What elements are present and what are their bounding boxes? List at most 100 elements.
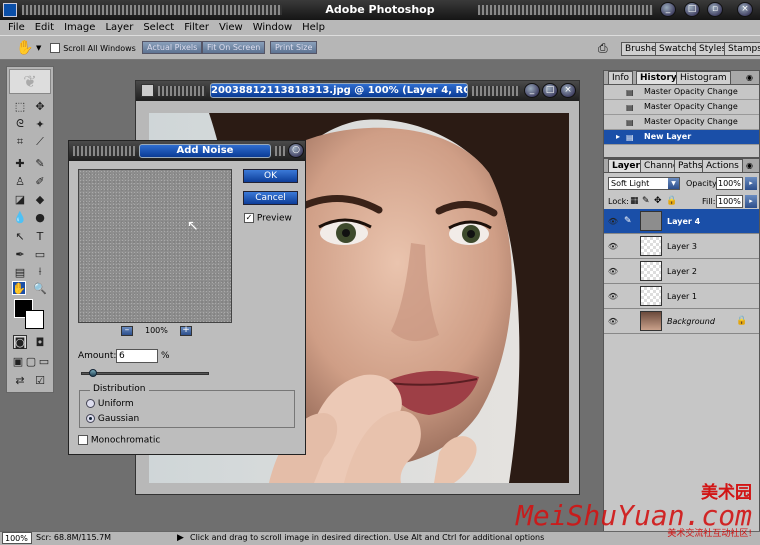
document-minimize-icon[interactable]: _ <box>524 83 540 98</box>
brush-tool-icon[interactable]: ✎ <box>33 156 47 170</box>
zoom-level-field[interactable]: 100% <box>2 532 32 544</box>
hand-tool-icon[interactable]: ✋ <box>12 281 26 295</box>
gaussian-option[interactable]: Gaussian <box>86 414 139 424</box>
path-selection-tool-icon[interactable]: ↖ <box>13 229 27 243</box>
eye-icon[interactable]: 👁 <box>606 211 620 232</box>
uniform-option[interactable]: Uniform <box>86 399 134 409</box>
marquee-tool-icon[interactable]: ⬚ <box>13 99 27 113</box>
palette-menu-icon[interactable]: ◉ <box>746 161 753 170</box>
lock-transparent-icon[interactable]: ▦ <box>630 196 639 206</box>
type-tool-icon[interactable]: T <box>33 229 47 243</box>
pen-tool-icon[interactable]: ✒ <box>13 247 27 261</box>
preview-checkbox[interactable]: ✓ <box>244 213 254 223</box>
lock-all-icon[interactable]: 🔒 <box>666 196 677 206</box>
tab-history[interactable]: History <box>636 71 681 85</box>
history-brush-tool-icon[interactable]: ✐ <box>33 174 47 188</box>
paint-bucket-tool-icon[interactable]: ◆ <box>33 192 47 206</box>
tab-actions[interactable]: Actions <box>702 159 743 173</box>
menu-image[interactable]: Image <box>59 22 100 33</box>
lock-image-icon[interactable]: ✎ <box>642 196 650 206</box>
file-browser-icon[interactable]: ⎙ <box>598 41 608 56</box>
noise-preview[interactable]: ↖ <box>78 169 232 323</box>
magic-wand-tool-icon[interactable]: ✦ <box>33 117 47 131</box>
eye-icon[interactable]: 👁 <box>606 261 620 282</box>
scroll-all-windows-checkbox[interactable] <box>50 43 60 53</box>
feather-icon[interactable]: ❦ <box>9 69 51 94</box>
uniform-radio[interactable] <box>86 399 95 408</box>
zoom-in-button[interactable]: + <box>180 326 192 336</box>
healing-brush-tool-icon[interactable]: ✚ <box>13 156 27 170</box>
move-tool-icon[interactable]: ✥ <box>33 99 47 113</box>
zoom-out-button[interactable]: – <box>121 326 133 336</box>
restore-icon[interactable]: ▫ <box>707 2 723 17</box>
menu-window[interactable]: Window <box>248 22 297 33</box>
fit-on-screen-button[interactable]: Fit On Screen <box>202 41 266 54</box>
history-item-selected[interactable]: ▸ ▤ New Layer <box>604 130 759 145</box>
hand-tool-icon[interactable]: ✋ <box>16 40 33 56</box>
history-item[interactable]: ▤ Master Opacity Change <box>604 100 759 115</box>
lasso-tool-icon[interactable]: ᘓ <box>13 117 27 131</box>
full-screen-menubar-mode-icon[interactable]: ▢ <box>24 354 38 368</box>
dodge-tool-icon[interactable]: ● <box>33 210 47 224</box>
imageready-icon[interactable]: ☑ <box>33 373 47 387</box>
close-icon[interactable]: × <box>737 2 753 17</box>
amount-input[interactable]: 6 <box>116 349 158 363</box>
zoom-tool-icon[interactable]: 🔍 <box>33 281 47 295</box>
dialog-title-bar[interactable]: Add Noise ○ <box>69 141 305 161</box>
eye-icon[interactable]: 👁 <box>606 236 620 257</box>
crop-tool-icon[interactable]: ⌗ <box>13 135 27 149</box>
monochromatic-option[interactable]: Monochromatic <box>78 435 160 446</box>
amount-slider-thumb[interactable] <box>89 369 97 377</box>
jump-to-imageready-icon[interactable]: ⇄ <box>13 373 27 387</box>
minimize-icon[interactable]: _ <box>660 2 676 17</box>
palette-menu-icon[interactable]: ◉ <box>746 73 753 82</box>
amount-slider-track[interactable] <box>81 369 209 377</box>
maximize-icon[interactable]: □ <box>684 2 700 17</box>
document-maximize-icon[interactable]: □ <box>542 83 558 98</box>
fill-slider-icon[interactable]: ▸ <box>745 195 757 208</box>
fill-input[interactable]: 100% <box>716 195 743 208</box>
chevron-down-icon[interactable]: ▼ <box>668 178 679 189</box>
blend-mode-select[interactable]: Soft Light ▼ <box>608 177 680 190</box>
clone-stamp-tool-icon[interactable]: ♙ <box>13 174 27 188</box>
history-item[interactable]: ▤ Master Opacity Change <box>604 85 759 100</box>
notes-tool-icon[interactable]: ▤ <box>13 265 27 279</box>
menu-select[interactable]: Select <box>138 22 179 33</box>
tab-info[interactable]: Info <box>608 71 634 85</box>
tool-preset-chevron-down-icon[interactable]: ▼ <box>36 44 41 52</box>
history-item[interactable]: ▤ Master Opacity Change <box>604 115 759 130</box>
brush-link-icon[interactable]: ✎ <box>624 216 632 226</box>
menu-filter[interactable]: Filter <box>179 22 214 33</box>
eraser-tool-icon[interactable]: ◪ <box>13 192 27 206</box>
menu-layer[interactable]: Layer <box>100 22 138 33</box>
dialog-close-icon[interactable]: ○ <box>288 143 304 158</box>
menu-view[interactable]: View <box>214 22 248 33</box>
layer-row-selected[interactable]: 👁 ✎ Layer 4 <box>604 209 759 234</box>
monochromatic-checkbox[interactable] <box>78 435 88 445</box>
opacity-input[interactable]: 100% <box>716 177 743 190</box>
blur-tool-icon[interactable]: 💧 <box>13 210 27 224</box>
eyedropper-tool-icon[interactable]: ⟊ <box>33 265 47 279</box>
cancel-button[interactable]: Cancel <box>243 191 298 205</box>
document-close-icon[interactable]: × <box>560 83 576 98</box>
status-menu-arrow-icon[interactable]: ▶ <box>177 532 184 544</box>
layer-row[interactable]: 👁 Layer 1 <box>604 284 759 309</box>
tab-histogram[interactable]: Histogram <box>676 71 731 85</box>
background-color-swatch[interactable] <box>25 310 44 329</box>
print-size-button[interactable]: Print Size <box>270 41 318 54</box>
layer-row[interactable]: 👁 Layer 3 <box>604 234 759 259</box>
actual-pixels-button[interactable]: Actual Pixels <box>142 41 203 54</box>
menu-help[interactable]: Help <box>297 22 330 33</box>
quick-mask-mode-icon[interactable]: ◘ <box>33 335 47 349</box>
gaussian-radio[interactable] <box>86 414 95 423</box>
document-title-bar[interactable]: 20038812113818313.jpg @ 100% (Layer 4, R… <box>136 81 579 101</box>
eye-icon[interactable]: 👁 <box>606 286 620 307</box>
menu-file[interactable]: File <box>3 22 30 33</box>
lock-position-icon[interactable]: ✥ <box>654 196 662 206</box>
layer-row[interactable]: 👁 Background 🔒 <box>604 309 759 334</box>
tab-stamps[interactable]: Stamps <box>724 42 760 56</box>
eye-icon[interactable]: 👁 <box>606 311 620 332</box>
shape-tool-icon[interactable]: ▭ <box>33 247 47 261</box>
layer-row[interactable]: 👁 Layer 2 <box>604 259 759 284</box>
slice-tool-icon[interactable]: ⟋ <box>33 135 47 149</box>
